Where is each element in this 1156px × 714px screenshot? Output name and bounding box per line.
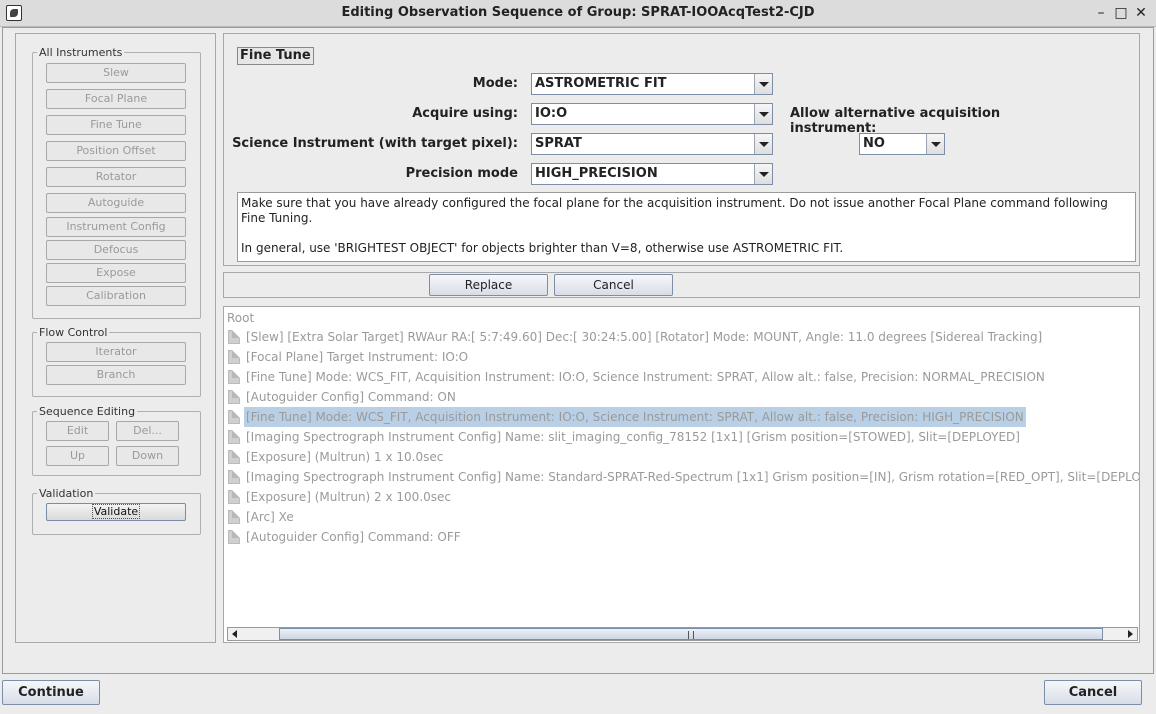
tree-item-label: [Fine Tune] Mode: WCS_FIT, Acquisition I…: [246, 370, 1045, 384]
tree-item-label: [Fine Tune] Mode: WCS_FIT, Acquisition I…: [244, 407, 1026, 427]
move-down-button[interactable]: Down: [116, 446, 179, 466]
tree-item-label: [Exposure] (Multrun) 1 x 10.0sec: [246, 450, 444, 464]
tree-item-label: [Imaging Spectrograph Instrument Config]…: [246, 470, 1140, 484]
tree-item-label: [Exposure] (Multrun) 2 x 100.0sec: [246, 490, 452, 504]
instrument-config-button[interactable]: Instrument Config: [46, 217, 186, 237]
position-offset-button[interactable]: Position Offset: [46, 141, 186, 161]
cancel-button[interactable]: Cancel: [1044, 680, 1142, 705]
document-icon: [228, 530, 240, 544]
chevron-down-icon: [754, 164, 772, 184]
action-strip: [223, 272, 1140, 298]
autoguide-button[interactable]: Autoguide: [46, 193, 186, 213]
move-up-button[interactable]: Up: [46, 446, 109, 466]
acquire-using-label: Acquire using:: [412, 106, 518, 121]
scroll-right-icon[interactable]: [1123, 628, 1137, 640]
mode-label: Mode:: [472, 76, 518, 91]
acquire-using-select-value: IO:O: [535, 106, 568, 121]
tree-item-label: [Imaging Spectrograph Instrument Config]…: [246, 430, 1020, 444]
close-icon[interactable]: ✕: [1132, 4, 1150, 22]
precision-mode-select-value: HIGH_PRECISION: [535, 166, 658, 181]
chevron-down-icon: [754, 104, 772, 124]
scrollbar-thumb[interactable]: [279, 628, 1103, 640]
edit-button[interactable]: Edit: [46, 421, 109, 441]
replace-button[interactable]: Replace: [429, 274, 548, 296]
document-icon: [228, 510, 240, 524]
allow-alt-label: Allow alternative acquisition instrument…: [790, 106, 1001, 136]
focal-plane-button[interactable]: Focal Plane: [46, 89, 186, 109]
tree-item-label: [Slew] [Extra Solar Target] RWAur RA:[ 5…: [246, 330, 1043, 344]
document-icon: [228, 370, 240, 384]
science-instrument-label: Science Instrument (with target pixel):: [232, 136, 518, 151]
mode-select-value: ASTROMETRIC FIT: [535, 76, 667, 91]
science-instrument-select[interactable]: SPRAT: [531, 133, 773, 155]
mode-select[interactable]: ASTROMETRIC FIT: [531, 73, 773, 95]
tree-item-label: [Autoguider Config] Command: OFF: [246, 530, 461, 544]
acquire-using-select[interactable]: IO:O: [531, 103, 773, 125]
delete-button[interactable]: Del...: [116, 421, 179, 441]
precision-mode-select[interactable]: HIGH_PRECISION: [531, 163, 773, 185]
science-instrument-select-value: SPRAT: [535, 136, 582, 151]
iterator-button[interactable]: Iterator: [46, 342, 186, 362]
document-icon: [228, 470, 240, 484]
document-icon: [228, 430, 240, 444]
minimize-icon[interactable]: –: [1092, 4, 1110, 22]
allow-alt-select[interactable]: NO: [859, 133, 945, 155]
expose-button[interactable]: Expose: [46, 263, 186, 283]
cancel-edit-button[interactable]: Cancel: [554, 274, 673, 296]
tree-item-label: [Arc] Xe: [246, 510, 294, 524]
horizontal-scrollbar[interactable]: [227, 627, 1138, 641]
document-icon: [228, 410, 240, 424]
grip-icon: [688, 631, 694, 639]
calibration-button[interactable]: Calibration: [46, 286, 186, 306]
sequence-editing-legend: Sequence Editing: [39, 405, 136, 418]
allow-alt-select-value: NO: [863, 136, 885, 151]
rotator-button[interactable]: Rotator: [46, 167, 186, 187]
document-icon: [228, 450, 240, 464]
flow-control-legend: Flow Control: [39, 326, 108, 339]
document-icon: [228, 330, 240, 344]
tree-root[interactable]: Root: [227, 311, 254, 325]
section-title: Fine Tune: [237, 47, 314, 65]
chevron-down-icon: [754, 74, 772, 94]
title-bar: Editing Observation Sequence of Group: S…: [0, 0, 1156, 27]
continue-button[interactable]: Continue: [2, 680, 100, 705]
chevron-down-icon: [926, 134, 944, 154]
document-icon: [228, 350, 240, 364]
window-title: Editing Observation Sequence of Group: S…: [341, 5, 815, 20]
validation-legend: Validation: [39, 487, 94, 500]
defocus-button[interactable]: Defocus: [46, 240, 186, 260]
branch-button[interactable]: Branch: [46, 365, 186, 385]
help-notes: Make sure that you have already configur…: [237, 192, 1136, 262]
validate-button-label: Validate: [91, 504, 141, 519]
slew-button[interactable]: Slew: [46, 63, 186, 83]
fine-tune-button[interactable]: Fine Tune: [46, 115, 186, 135]
all-instruments-legend: All Instruments: [39, 46, 123, 59]
scroll-left-icon[interactable]: [228, 628, 242, 640]
precision-mode-label: Precision mode: [405, 166, 518, 181]
document-icon: [228, 390, 240, 404]
tree-item-label: [Autoguider Config] Command: ON: [246, 390, 456, 404]
command-palette: All Instruments Slew Focal Plane Fine Tu…: [15, 33, 216, 643]
maximize-icon[interactable]: □: [1112, 4, 1130, 22]
document-icon: [228, 490, 240, 504]
sequence-tree[interactable]: Root [Slew] [Extra Solar Target] RWAur R…: [223, 306, 1140, 643]
tree-item-label: [Focal Plane] Target Instrument: IO:O: [246, 350, 469, 364]
chevron-down-icon: [754, 134, 772, 154]
validate-button[interactable]: Validate: [46, 503, 186, 521]
